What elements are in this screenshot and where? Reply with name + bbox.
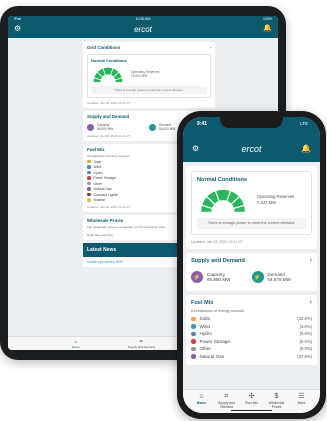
fuel-mix-title: Fuel Mix xyxy=(87,147,105,152)
tablet-header: ⚙ ercot 🔔 xyxy=(8,22,278,38)
normal-conditions-title: Normal Conditions xyxy=(91,58,127,63)
normal-conditions-panel: Normal Conditions Operating Reserves xyxy=(191,171,312,235)
demand-value: 55,000 MW xyxy=(159,127,176,131)
tablet-status-battery: 100% xyxy=(263,17,272,21)
grid-conditions-card[interactable]: Normal Conditions Operating Reserves 7,4… xyxy=(186,166,317,249)
latest-news-title: Latest News xyxy=(87,247,117,253)
phone-device: 9:41 LTE ⚙ ercot 🔔 Normal Conditions Ope… xyxy=(177,111,326,419)
demand-value: 54,878 MW xyxy=(267,277,292,282)
tab-home[interactable]: ⌂ Home xyxy=(191,393,213,413)
fuel-mix-title: Fuel Mix xyxy=(191,300,214,306)
conditions-message: There is enough power to meet the curren… xyxy=(91,86,207,94)
phone-status-time: 9:41 xyxy=(197,121,208,127)
chevron-right-icon[interactable]: › xyxy=(310,257,312,264)
updated-timestamp: Updated: Jan 28, 2020 11:21 CT xyxy=(87,101,131,105)
normal-conditions-title: Normal Conditions xyxy=(197,177,248,183)
reserves-label: Operating Reserves xyxy=(257,194,295,199)
gauge-icon xyxy=(201,189,245,213)
demand-icon xyxy=(149,123,156,131)
list-item: Wind (3.0%) xyxy=(191,323,312,331)
ercot-logo: ercot xyxy=(134,25,152,34)
phone-status-network: LTE xyxy=(300,121,308,126)
demand-icon: ⚡ xyxy=(251,271,264,283)
chevron-right-icon[interactable]: › xyxy=(210,45,211,50)
supply-demand-title: Supply and Demand xyxy=(87,114,130,119)
list-item: Other (0.0%) xyxy=(191,345,312,353)
phone-content: Normal Conditions Operating Reserves 7,4… xyxy=(183,162,320,365)
phone-notch xyxy=(220,117,283,128)
tablet-status-time: 10:30 AM xyxy=(135,17,151,21)
capacity-icon: ⚡ xyxy=(191,271,203,283)
list-item: Natural Gas (37.6%) xyxy=(191,353,312,361)
bell-icon[interactable]: 🔔 xyxy=(301,145,311,153)
grid-conditions-card[interactable]: Grid Conditions › Normal Conditions Oper… xyxy=(83,42,215,108)
phone-screen: 9:41 LTE ⚙ ercot 🔔 Normal Conditions Ope… xyxy=(183,117,320,413)
ercot-logo: ercot xyxy=(241,144,262,154)
reserves-value: 10,000 MW xyxy=(131,74,148,78)
home-indicator xyxy=(231,409,272,411)
home-icon: ⌂ xyxy=(199,393,204,400)
list-item: Solar (32.6%) xyxy=(191,315,312,323)
grid-conditions-title: Grid Conditions xyxy=(87,45,121,50)
tower-icon: ⌗ xyxy=(224,393,229,400)
capacity-icon xyxy=(87,123,94,131)
fuel-mix-card[interactable]: Fuel Mix › A breakdown of energy sources.… xyxy=(186,295,317,365)
updated-timestamp: Updated: Jan 28, 2020 11:21 CT xyxy=(191,240,243,244)
capacity-value: 65,000 MW xyxy=(97,127,114,131)
reserves-value: 7,447 MW xyxy=(257,199,277,205)
gauge-icon xyxy=(93,67,123,83)
menu-icon: ☰ xyxy=(298,393,305,400)
conditions-message: There is enough power to meet the curren… xyxy=(197,218,306,229)
wholesale-prices-title: Wholesale Prices xyxy=(87,218,124,223)
capacity-value: 65,880 MW xyxy=(207,277,231,282)
list-item: Hydro (0.0%) xyxy=(191,330,312,338)
chevron-right-icon[interactable]: › xyxy=(310,299,312,306)
list-item: Power Storage (0.0%) xyxy=(191,338,312,346)
bell-icon[interactable]: 🔔 xyxy=(263,25,272,33)
supply-demand-title: Supply and Demand xyxy=(191,258,245,264)
fuel-mix-desc: A breakdown of energy sources. xyxy=(191,309,246,313)
normal-conditions-panel: Normal Conditions Operating Reserves xyxy=(87,54,211,98)
dollar-icon: $ xyxy=(274,393,279,400)
tab-more[interactable]: ☰ More xyxy=(291,393,313,413)
tab-home[interactable]: ⌂ Home xyxy=(72,337,80,350)
phone-header: 9:41 LTE ⚙ ercot 🔔 xyxy=(183,117,320,162)
tab-supply-demand[interactable]: ⌗ Supply and Demand xyxy=(128,337,155,350)
supply-demand-card[interactable]: Supply and Demand › ⚡ Capacity 65,880 MW ⚡… xyxy=(186,253,317,291)
fuel-icon: ✣ xyxy=(248,393,255,400)
